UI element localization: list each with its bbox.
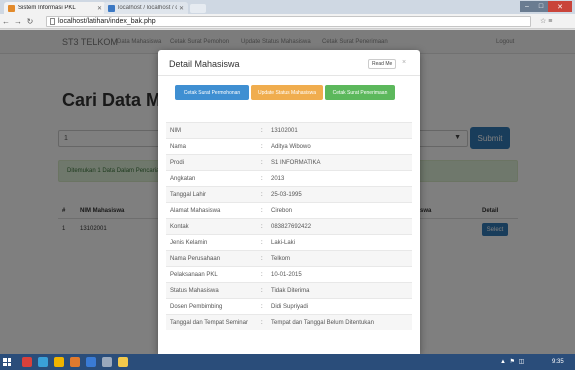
tab-localhost[interactable]: localhost / localhost / dt ✕ (104, 2, 188, 14)
detail-separator: : (261, 319, 263, 326)
browser-titlebar: Sistem Informasi PKL ✕ localhost / local… (0, 0, 575, 14)
detail-separator: : (261, 271, 263, 278)
detail-label: Tanggal dan Tempat Seminar (170, 319, 248, 326)
detail-separator: : (261, 127, 263, 134)
detail-row-nim: NIM: 13102001 (166, 122, 412, 138)
maximize-button[interactable]: □ (534, 1, 548, 12)
detail-value: 13102001 (271, 127, 298, 134)
bookmark-star-icon[interactable]: ☆≡ (540, 17, 554, 25)
detail-label: NIM (170, 127, 181, 134)
detail-row-status-mahasiswa: Status Mahasiswa: Tidak Diterima (166, 282, 412, 298)
detail-value: 10-01-2015 (271, 271, 302, 278)
detail-separator: : (261, 287, 263, 294)
favicon-icon (108, 4, 115, 12)
detail-separator: : (261, 159, 263, 166)
detail-value: Didi Supriyadi (271, 303, 309, 310)
detail-label: Pelaksanaan PKL (170, 271, 218, 278)
detail-row-kontak: Kontak: 083827692422 (166, 218, 412, 234)
detail-value: Telkom (271, 255, 291, 262)
detail-value: Tidak Diterima (271, 287, 310, 294)
detail-label: Nama Perusahaan (170, 255, 221, 262)
system-tray-icons[interactable]: ▲ ⚑ ◫ (500, 358, 525, 365)
tab-label: Sistem Informasi PKL (18, 5, 76, 11)
tab-sistem-informasi[interactable]: Sistem Informasi PKL ✕ (4, 2, 106, 14)
taskbar-app-icon[interactable] (38, 357, 48, 367)
windows-logo-icon (3, 358, 11, 366)
taskbar-app-icon[interactable] (22, 357, 32, 367)
detail-separator: : (261, 303, 263, 310)
detail-separator: : (261, 143, 263, 150)
forward-arrow-icon[interactable]: → (12, 17, 24, 26)
detail-value: Cirebon (271, 207, 293, 214)
detail-separator: : (261, 239, 263, 246)
tab-label: localhost / localhost / dt (118, 5, 177, 11)
detail-label: Tanggal Lahir (170, 191, 207, 198)
detail-value: Laki-Laki (271, 239, 296, 246)
taskbar-app-icon[interactable] (70, 357, 80, 367)
address-bar-row: ← → ↻ localhost/latihan/index_bak.php ☆≡ (0, 14, 575, 29)
close-window-button[interactable]: ✕ (548, 1, 572, 12)
detail-value: S1 INFORMATIKA (271, 159, 321, 166)
detail-label: Prodi (170, 159, 185, 166)
detail-separator: : (261, 207, 263, 214)
cetak-surat-permohonan-button[interactable]: Cetak Surat Permohonan (175, 85, 249, 100)
tab-close-icon[interactable]: ✕ (97, 5, 102, 12)
detail-value: Tempat dan Tanggal Belum Ditentukan (271, 319, 374, 326)
detail-mahasiswa-modal: Detail Mahasiswa Read Me × Cetak Surat P… (158, 50, 420, 354)
detail-label: Dosen Pembimbing (170, 303, 223, 310)
detail-row-pelaksanaan-pkl: Pelaksanaan PKL: 10-01-2015 (166, 266, 412, 282)
detail-separator: : (261, 191, 263, 198)
detail-row-seminar: Tanggal dan Tempat Seminar: Tempat dan Ta… (166, 314, 412, 330)
close-icon[interactable]: × (402, 59, 406, 66)
taskbar-app-icon[interactable] (118, 357, 128, 367)
detail-value: Aditya Wibowo (271, 143, 311, 150)
detail-label: Status Mahasiswa (170, 287, 219, 294)
detail-value: 2013 (271, 175, 285, 182)
detail-label: Angkatan (170, 175, 196, 182)
back-arrow-icon[interactable]: ← (0, 17, 12, 26)
taskbar-app-icon[interactable] (54, 357, 64, 367)
detail-row-alamat: Alamat Mahasiswa: Cirebon (166, 202, 412, 218)
detail-row-tanggal-lahir: Tanggal Lahir: 25-03-1995 (166, 186, 412, 202)
taskbar-clock: 9:35 (552, 359, 564, 365)
detail-label: Kontak (170, 223, 189, 230)
modal-header: Detail Mahasiswa Read Me × (158, 50, 420, 76)
detail-row-nama: Nama: Aditya Wibowo (166, 138, 412, 154)
taskbar-app-icon[interactable] (102, 357, 112, 367)
detail-separator: : (261, 175, 263, 182)
minimize-button[interactable]: ‒ (520, 1, 534, 12)
detail-row-jenis-kelamin: Jenis Kelamin: Laki-Laki (166, 234, 412, 250)
detail-label: Nama (170, 143, 187, 150)
taskbar-app-icon[interactable] (86, 357, 96, 367)
cetak-surat-penerimaan-button[interactable]: Cetak Surat Penerimaan (325, 85, 395, 100)
detail-value: 083827692422 (271, 223, 312, 230)
tab-close-icon[interactable]: ✕ (179, 5, 184, 12)
detail-row-nama-perusahaan: Nama Perusahaan: Telkom (166, 250, 412, 266)
update-status-button[interactable]: Update Status Mahasiswa (251, 85, 323, 100)
read-me-button[interactable]: Read Me (368, 59, 397, 69)
taskbar: ▲ ⚑ ◫ 9:35 (0, 354, 575, 370)
detail-label: Alamat Mahasiswa (170, 207, 221, 214)
detail-value: 25-03-1995 (271, 191, 302, 198)
new-tab-button[interactable] (190, 4, 206, 13)
detail-label: Jenis Kelamin (170, 239, 208, 246)
detail-separator: : (261, 223, 263, 230)
url-input[interactable]: localhost/latihan/index_bak.php (46, 16, 531, 27)
reload-icon[interactable]: ↻ (24, 17, 36, 26)
modal-title: Detail Mahasiswa (169, 59, 240, 69)
detail-row-prodi: Prodi: S1 INFORMATIKA (166, 154, 412, 170)
url-text: localhost/latihan/index_bak.php (58, 18, 156, 25)
favicon-icon (8, 4, 15, 12)
detail-row-angkatan: Angkatan: 2013 (166, 170, 412, 186)
detail-table: NIM: 13102001 Nama: Aditya Wibowo Prodi: S1… (166, 122, 412, 330)
detail-row-dosen-pembimbing: Dosen Pembimbing: Didi Supriyadi (166, 298, 412, 314)
start-button[interactable] (0, 354, 14, 370)
page-icon (50, 18, 55, 25)
detail-separator: : (261, 255, 263, 262)
